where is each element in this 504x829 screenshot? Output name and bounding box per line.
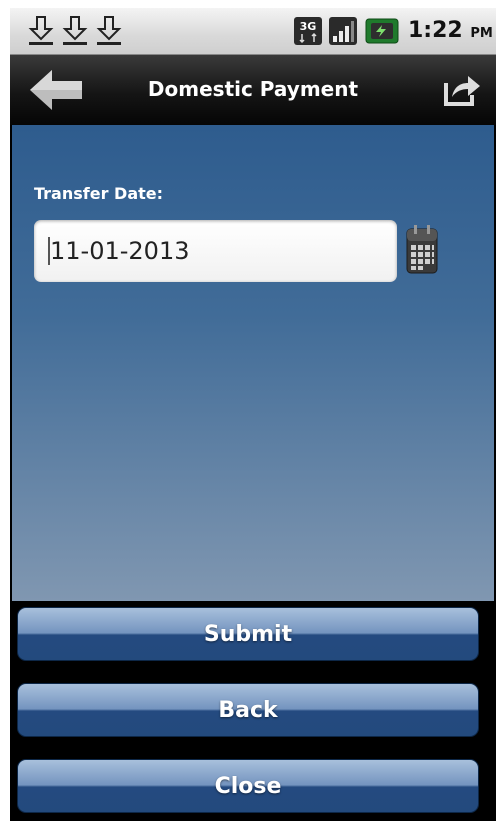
- battery-icon: [365, 18, 399, 44]
- ampm-text: PM: [470, 26, 493, 41]
- text-cursor: [48, 237, 50, 265]
- share-icon[interactable]: [442, 71, 482, 107]
- close-button[interactable]: Close: [17, 759, 479, 813]
- download-icon: [96, 16, 122, 45]
- transfer-date-label: Transfer Date:: [34, 184, 164, 203]
- time-text: 1:22: [408, 18, 463, 43]
- 3g-icon: 3G: [294, 17, 322, 45]
- form-area: Transfer Date:: [12, 125, 494, 601]
- page-title: Domestic Payment: [147, 77, 359, 101]
- status-time: 1:22 PM: [408, 18, 493, 43]
- network-type-label: 3G: [300, 20, 317, 33]
- title-bar: Domestic Payment: [10, 55, 496, 125]
- download-icon: [28, 16, 54, 45]
- status-bar: 3G 1:22 PM: [10, 8, 496, 55]
- calendar-icon[interactable]: [404, 223, 440, 277]
- download-icon: [62, 16, 88, 45]
- submit-button[interactable]: Submit: [17, 607, 479, 661]
- transfer-date-input[interactable]: [34, 220, 397, 282]
- back-button[interactable]: Back: [17, 683, 479, 737]
- signal-icon: [329, 17, 357, 45]
